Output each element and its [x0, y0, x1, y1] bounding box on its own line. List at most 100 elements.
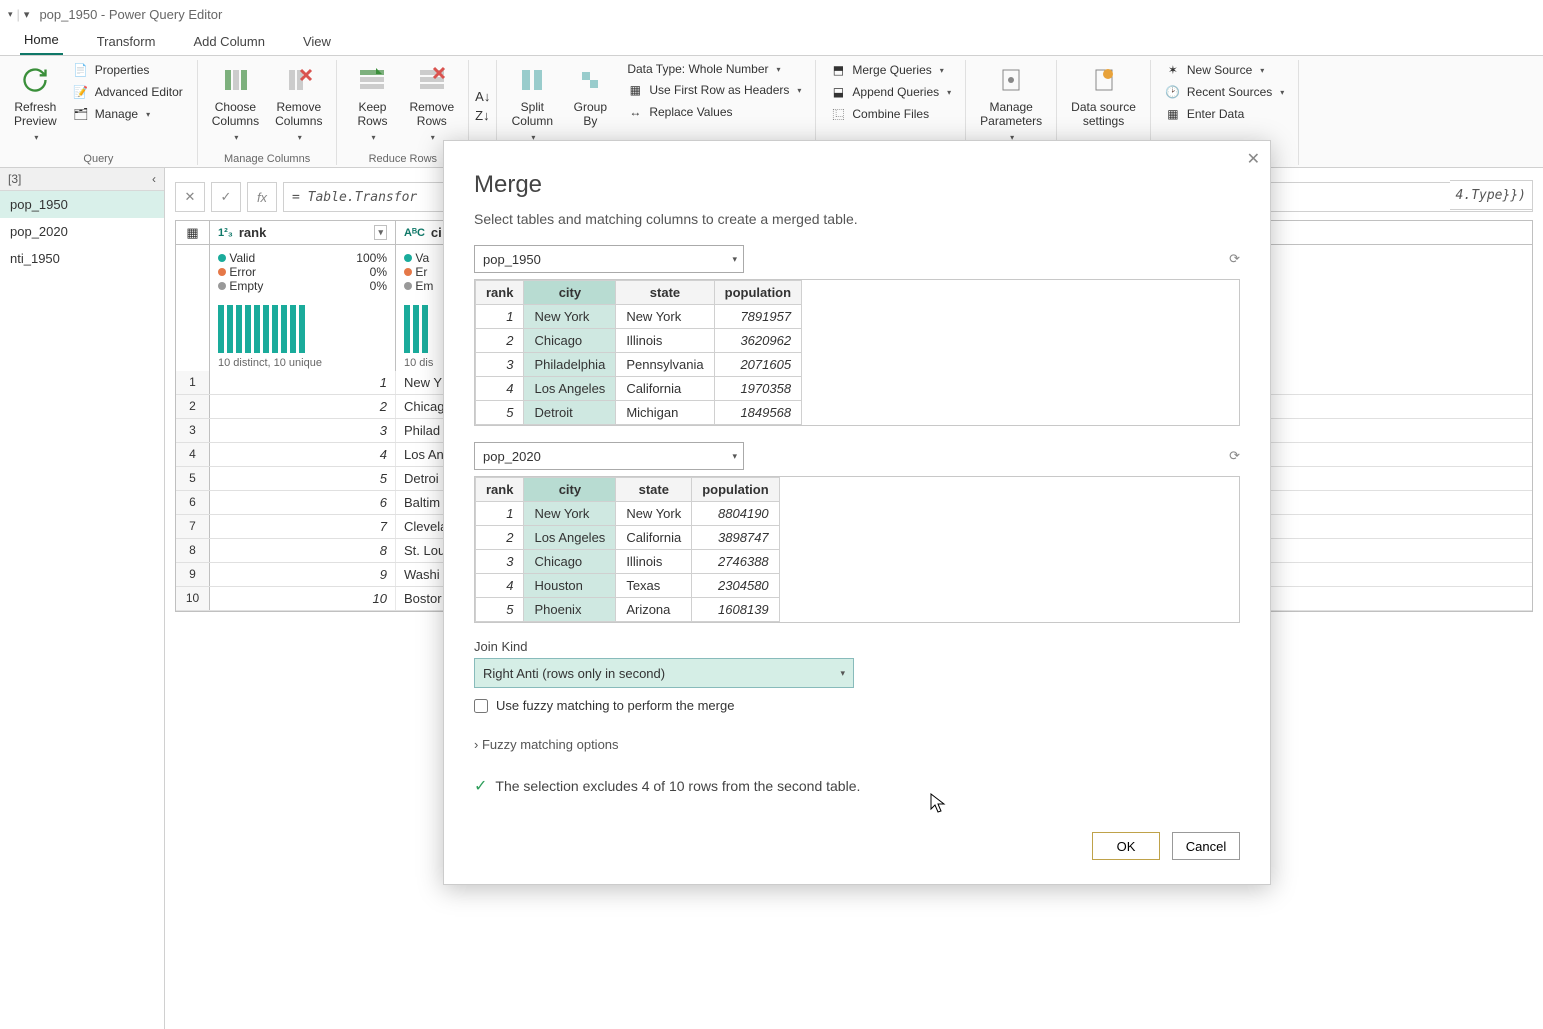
preview-cell[interactable]: 2 — [476, 526, 524, 550]
preview-cell[interactable]: Detroit — [524, 401, 616, 425]
preview-cell[interactable]: Texas — [616, 574, 692, 598]
keep-rows-button[interactable]: Keep Rows▾ — [347, 60, 397, 146]
cell-rank[interactable]: 5 — [210, 467, 396, 490]
column-filter-icon[interactable]: ▾ — [374, 225, 387, 240]
new-source-button[interactable]: ✶New Source▾ — [1161, 60, 1288, 80]
use-first-row-button[interactable]: ▦Use First Row as Headers▾ — [623, 80, 805, 100]
preview-cell[interactable]: Arizona — [616, 598, 692, 622]
sort-desc-button[interactable]: Z↓ — [475, 108, 489, 123]
refresh-preview2-icon[interactable]: ⟳ — [1229, 448, 1240, 464]
formula-fx-button[interactable]: fx — [247, 182, 277, 212]
sort-asc-button[interactable]: A↓ — [475, 89, 490, 104]
preview-cell[interactable]: 4 — [476, 574, 524, 598]
preview-cell[interactable]: 1970358 — [714, 377, 801, 401]
manage-parameters-button[interactable]: Manage Parameters▾ — [976, 60, 1046, 146]
preview-cell[interactable]: Illinois — [616, 329, 714, 353]
fuzzy-matching-checkbox[interactable]: Use fuzzy matching to perform the merge — [474, 698, 1240, 713]
cell-rank[interactable]: 7 — [210, 515, 396, 538]
grid-corner-button[interactable]: ▦ — [176, 221, 210, 244]
merge-queries-button[interactable]: ⬒Merge Queries▾ — [826, 60, 955, 80]
fuzzy-checkbox-input[interactable] — [474, 699, 488, 713]
enter-data-button[interactable]: ▦Enter Data — [1161, 104, 1288, 124]
preview-cell[interactable]: 2071605 — [714, 353, 801, 377]
query-item-pop-2020[interactable]: pop_2020 — [0, 218, 164, 245]
preview-cell[interactable]: Houston — [524, 574, 616, 598]
ok-button[interactable]: OK — [1092, 832, 1160, 860]
preview-cell[interactable]: 3620962 — [714, 329, 801, 353]
preview-cell[interactable]: 7891957 — [714, 305, 801, 329]
preview-cell[interactable]: Michigan — [616, 401, 714, 425]
split-column-button[interactable]: Split Column▾ — [507, 60, 557, 146]
query-item-nti-1950[interactable]: nti_1950 — [0, 245, 164, 272]
preview-cell[interactable]: Los Angeles — [524, 526, 616, 550]
cell-rank[interactable]: 6 — [210, 491, 396, 514]
preview-header[interactable]: city — [524, 281, 616, 305]
preview-header[interactable]: city — [524, 478, 616, 502]
combine-files-button[interactable]: ⿺Combine Files — [826, 104, 955, 124]
primary-table-select[interactable]: pop_1950▾ — [474, 245, 744, 273]
close-icon[interactable]: ✕ — [1247, 149, 1260, 169]
preview-header[interactable]: state — [616, 478, 692, 502]
preview-cell[interactable]: 3 — [476, 550, 524, 574]
preview-header[interactable]: rank — [476, 478, 524, 502]
preview-cell[interactable]: Chicago — [524, 550, 616, 574]
collapse-pane-icon[interactable]: ‹ — [152, 172, 156, 186]
cell-rank[interactable]: 10 — [210, 587, 396, 610]
preview-cell[interactable]: 4 — [476, 377, 524, 401]
cell-rank[interactable]: 4 — [210, 443, 396, 466]
secondary-table-select[interactable]: pop_2020▾ — [474, 442, 744, 470]
join-kind-select[interactable]: Right Anti (rows only in second)▾ — [474, 658, 854, 688]
preview-cell[interactable]: 3898747 — [692, 526, 779, 550]
properties-button[interactable]: 📄Properties — [69, 60, 187, 80]
cell-rank[interactable]: 2 — [210, 395, 396, 418]
preview-cell[interactable]: 5 — [476, 401, 524, 425]
group-by-button[interactable]: Group By — [565, 60, 615, 133]
advanced-editor-button[interactable]: 📝Advanced Editor — [69, 82, 187, 102]
formula-commit-button[interactable]: ✓ — [211, 182, 241, 212]
refresh-preview-button[interactable]: Refresh Preview▾ — [10, 60, 61, 146]
query-item-pop-1950[interactable]: pop_1950 — [0, 191, 164, 218]
formula-cancel-button[interactable]: ✕ — [175, 182, 205, 212]
preview-cell[interactable]: 2 — [476, 329, 524, 353]
preview-cell[interactable]: Philadelphia — [524, 353, 616, 377]
qat-overflow-icon[interactable]: ▾ — [24, 8, 30, 21]
remove-rows-button[interactable]: Remove Rows▾ — [405, 60, 458, 146]
preview-header[interactable]: population — [692, 478, 779, 502]
cell-rank[interactable]: 9 — [210, 563, 396, 586]
tab-view[interactable]: View — [299, 28, 335, 55]
cell-rank[interactable]: 8 — [210, 539, 396, 562]
column-header-rank[interactable]: 1²₃ rank ▾ — [210, 221, 396, 244]
preview-cell[interactable]: New York — [524, 502, 616, 526]
preview-cell[interactable]: Pennsylvania — [616, 353, 714, 377]
fuzzy-options-expander[interactable]: › Fuzzy matching options — [474, 737, 1240, 752]
preview-cell[interactable]: 1 — [476, 502, 524, 526]
cell-rank[interactable]: 1 — [210, 371, 396, 394]
preview-cell[interactable]: 5 — [476, 598, 524, 622]
manage-button[interactable]: 🗂Manage▾ — [69, 104, 187, 124]
preview-cell[interactable]: California — [616, 526, 692, 550]
tab-transform[interactable]: Transform — [93, 28, 160, 55]
preview-cell[interactable]: 2304580 — [692, 574, 779, 598]
preview-cell[interactable]: 8804190 — [692, 502, 779, 526]
preview-cell[interactable]: New York — [616, 502, 692, 526]
append-queries-button[interactable]: ⬓Append Queries▾ — [826, 82, 955, 102]
preview-cell[interactable]: New York — [616, 305, 714, 329]
data-source-settings-button[interactable]: Data source settings — [1067, 60, 1140, 133]
tab-home[interactable]: Home — [20, 26, 63, 55]
preview-cell[interactable]: New York — [524, 305, 616, 329]
choose-columns-button[interactable]: Choose Columns▾ — [208, 60, 263, 146]
preview-cell[interactable]: 1 — [476, 305, 524, 329]
data-type-button[interactable]: Data Type: Whole Number▾ — [623, 60, 805, 78]
preview-header[interactable]: state — [616, 281, 714, 305]
preview-cell[interactable]: California — [616, 377, 714, 401]
preview-cell[interactable]: Los Angeles — [524, 377, 616, 401]
preview-cell[interactable]: Phoenix — [524, 598, 616, 622]
cell-rank[interactable]: 3 — [210, 419, 396, 442]
preview-cell[interactable]: 1849568 — [714, 401, 801, 425]
preview-cell[interactable]: Illinois — [616, 550, 692, 574]
preview-cell[interactable]: Chicago — [524, 329, 616, 353]
remove-columns-button[interactable]: Remove Columns▾ — [271, 60, 326, 146]
qat-dropdown-icon[interactable]: ▾ — [8, 9, 13, 20]
preview-header[interactable]: rank — [476, 281, 524, 305]
recent-sources-button[interactable]: 🕑Recent Sources▾ — [1161, 82, 1288, 102]
